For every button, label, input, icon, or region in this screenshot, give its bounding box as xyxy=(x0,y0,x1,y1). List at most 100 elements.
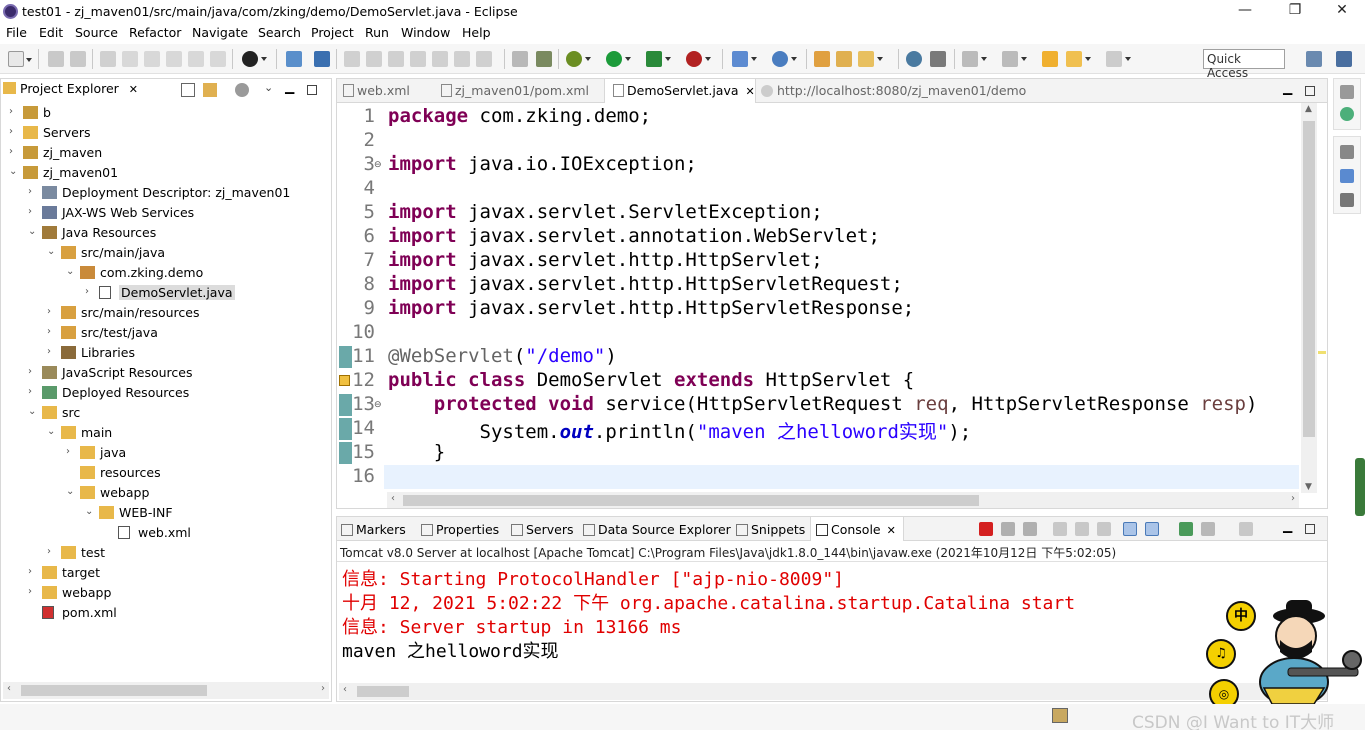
chevron-down-icon[interactable]: ⌄ xyxy=(66,486,76,497)
forward-icon[interactable] xyxy=(1106,51,1131,67)
tab-console[interactable]: Console ✕ xyxy=(810,517,904,541)
disconnect-icon[interactable] xyxy=(410,51,426,67)
tree-item[interactable]: › src/main/resources xyxy=(1,303,331,323)
display-selected-console-icon[interactable] xyxy=(1201,522,1215,536)
chevron-right-icon[interactable]: › xyxy=(66,446,76,457)
terminate-icon[interactable] xyxy=(979,522,993,536)
tree-item[interactable]: resources xyxy=(1,463,331,483)
step-return-icon[interactable] xyxy=(476,51,492,67)
close-tab-icon[interactable]: ✕ xyxy=(746,85,755,98)
menu-source[interactable]: Source xyxy=(75,25,118,40)
pin-console-icon[interactable] xyxy=(1179,522,1193,536)
new-java-project-icon[interactable] xyxy=(732,51,757,67)
tree-item[interactable]: › target xyxy=(1,563,331,583)
suspend-icon[interactable] xyxy=(366,51,382,67)
project-explorer-horizontal-scrollbar[interactable]: ‹ › xyxy=(3,682,329,699)
chevron-down-icon[interactable]: ⌄ xyxy=(66,266,76,277)
notification-icon[interactable] xyxy=(1052,708,1068,723)
outline-icon[interactable] xyxy=(1340,169,1354,183)
tab-snippets[interactable]: Snippets xyxy=(736,522,805,537)
tree-item[interactable]: › JAX-WS Web Services xyxy=(1,203,331,223)
scrollbar-thumb[interactable] xyxy=(357,686,409,697)
minimize-editor-icon[interactable]: ▁ xyxy=(1283,81,1292,95)
show-on-stdout-icon[interactable] xyxy=(1123,522,1137,536)
menu-run[interactable]: Run xyxy=(365,25,389,40)
resume-icon[interactable] xyxy=(344,51,360,67)
collapse-all-icon[interactable] xyxy=(181,83,195,97)
scrollbar-thumb[interactable] xyxy=(1303,121,1315,437)
view-menu-chevron-down-icon[interactable]: ⌄ xyxy=(264,81,278,95)
chevron-right-icon[interactable]: › xyxy=(28,186,38,197)
code-area[interactable]: 1 2 3 ⊖ 4 5 6 7 8 9 10 11 12 13 ⊖ 14 15 16 package com.zki… xyxy=(337,103,1299,491)
clear-console-icon[interactable] xyxy=(1053,522,1067,536)
tree-item[interactable]: ⌄ Java Resources xyxy=(1,223,331,243)
chevron-right-icon[interactable]: › xyxy=(9,126,19,137)
chevron-right-icon[interactable]: › xyxy=(9,146,19,157)
tree-item[interactable]: ⌄ main xyxy=(1,423,331,443)
tree-item[interactable]: ⌄ zj_maven01 xyxy=(1,163,331,183)
search-icon[interactable] xyxy=(858,51,883,67)
menu-navigate[interactable]: Navigate xyxy=(192,25,248,40)
remove-all-terminated-icon[interactable] xyxy=(1023,522,1037,536)
tree-item[interactable]: ⌄ src/main/java xyxy=(1,243,331,263)
link-icon[interactable] xyxy=(144,51,160,67)
fold-toggle-icon[interactable]: ⊖ xyxy=(374,160,382,170)
terminal-icon[interactable] xyxy=(286,51,302,67)
minimize-view-icon[interactable]: ▁ xyxy=(1283,519,1292,533)
chevron-right-icon[interactable]: › xyxy=(47,326,57,337)
chevron-right-icon[interactable]: › xyxy=(47,346,57,357)
tree-item[interactable]: › DemoServlet.java xyxy=(1,283,331,303)
chevron-down-icon[interactable]: ⌄ xyxy=(28,406,38,417)
new-java-class-icon[interactable] xyxy=(772,51,797,67)
build-icon[interactable] xyxy=(122,51,138,67)
minimize-button[interactable]: — xyxy=(1235,2,1255,18)
coverage-icon[interactable] xyxy=(646,51,671,67)
chevron-right-icon[interactable]: › xyxy=(47,306,57,317)
editor-horizontal-scrollbar[interactable]: ‹ › xyxy=(387,492,1299,508)
tab-web-xml[interactable]: web.xml xyxy=(343,79,410,103)
link-with-editor-icon[interactable] xyxy=(203,83,217,97)
java-ee-perspective-icon[interactable] xyxy=(1336,51,1352,67)
maximize-editor-icon[interactable] xyxy=(1305,86,1315,96)
previous-annotation-icon[interactable] xyxy=(1002,51,1027,67)
editor-vertical-scrollbar[interactable]: ▲ ▼ xyxy=(1301,103,1317,493)
quick-access-input[interactable]: Quick Access xyxy=(1203,49,1285,80)
scroll-lock-icon[interactable] xyxy=(1075,522,1089,536)
chevron-right-icon[interactable]: › xyxy=(28,586,38,597)
chevron-down-icon[interactable]: ⌄ xyxy=(85,506,95,517)
tree-item[interactable]: › Deployment Descriptor: zj_maven01 xyxy=(1,183,331,203)
menu-project[interactable]: Project xyxy=(311,25,354,40)
menu-help[interactable]: Help xyxy=(462,25,491,40)
remove-launch-icon[interactable] xyxy=(1001,522,1015,536)
close-console-icon[interactable]: ✕ xyxy=(887,524,896,537)
open-type-icon[interactable] xyxy=(814,51,830,67)
debug-icon[interactable] xyxy=(566,51,591,67)
chevron-down-icon[interactable]: ⌄ xyxy=(47,246,57,257)
tree-item[interactable]: pom.xml xyxy=(1,603,331,623)
back-icon[interactable] xyxy=(1066,51,1091,67)
chevron-down-icon[interactable]: ⌄ xyxy=(28,226,38,237)
tab-servers[interactable]: Servers xyxy=(511,522,574,537)
tab-markers[interactable]: Markers xyxy=(341,522,406,537)
music-note-icon[interactable]: ♫ xyxy=(1206,639,1236,669)
tab-data-source-explorer[interactable]: Data Source Explorer xyxy=(583,522,731,537)
restore-icon[interactable] xyxy=(1340,85,1354,99)
maximize-view-icon[interactable] xyxy=(307,85,317,95)
tree-item[interactable]: › Servers xyxy=(1,123,331,143)
scrollbar-thumb[interactable] xyxy=(403,495,979,506)
tab-browser-localhost[interactable]: http://localhost:8080/zj_maven01/demo xyxy=(761,79,1026,103)
tab-demoservlet-java[interactable]: DemoServlet.java ✕ xyxy=(604,79,756,103)
step-over-icon[interactable] xyxy=(454,51,470,67)
chevron-down-icon[interactable]: ⌄ xyxy=(47,426,57,437)
scrollbar-thumb[interactable] xyxy=(21,685,207,696)
next-annotation-icon[interactable] xyxy=(962,51,987,67)
minimize-view-icon[interactable]: ▁ xyxy=(285,80,299,94)
open-perspective-icon[interactable] xyxy=(1306,51,1322,67)
menu-file[interactable]: File xyxy=(6,25,27,40)
open-web-browser-icon[interactable] xyxy=(906,51,922,67)
focus-icon[interactable] xyxy=(235,83,249,97)
tab-pom-xml[interactable]: zj_maven01/pom.xml xyxy=(441,79,589,103)
last-edit-location-icon[interactable] xyxy=(1042,51,1058,67)
annotation-icon[interactable] xyxy=(930,51,946,67)
menu-search[interactable]: Search xyxy=(258,25,301,40)
